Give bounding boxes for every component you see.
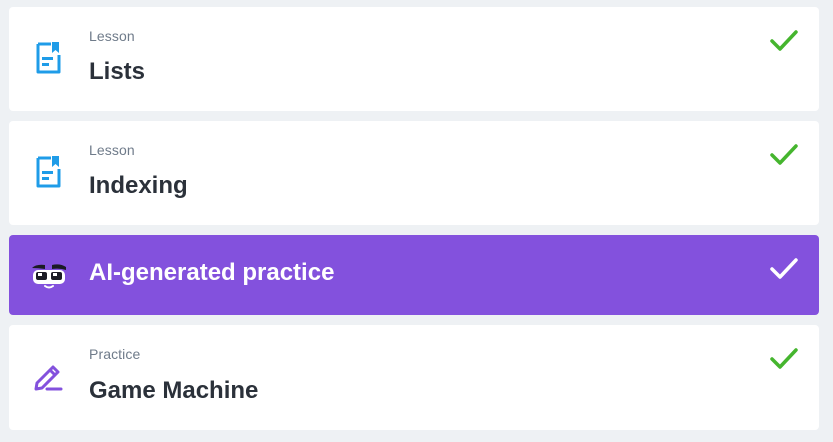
ai-practice-item[interactable]: AI-generated practice [9,235,819,315]
lesson-item-indexing[interactable]: Lesson Indexing [9,121,819,225]
item-type-label: Lesson [89,142,135,158]
item-title: Indexing [89,172,188,199]
robot-face-icon [30,259,68,291]
checkmark-icon [769,257,799,281]
item-type-label: Practice [89,346,141,362]
document-bookmark-icon [35,41,63,75]
pencil-line-icon [33,361,65,393]
item-title: Game Machine [89,377,259,404]
checkmark-icon [769,143,799,167]
checkmark-icon [769,29,799,53]
item-title: AI-generated practice [89,259,335,286]
item-type-label: Lesson [89,28,135,44]
practice-item-game-machine[interactable]: Practice Game Machine [9,325,819,430]
lesson-item-lists[interactable]: Lesson Lists [9,7,819,111]
document-bookmark-icon [35,155,63,189]
item-title: Lists [89,58,146,85]
checkmark-icon [769,347,799,371]
